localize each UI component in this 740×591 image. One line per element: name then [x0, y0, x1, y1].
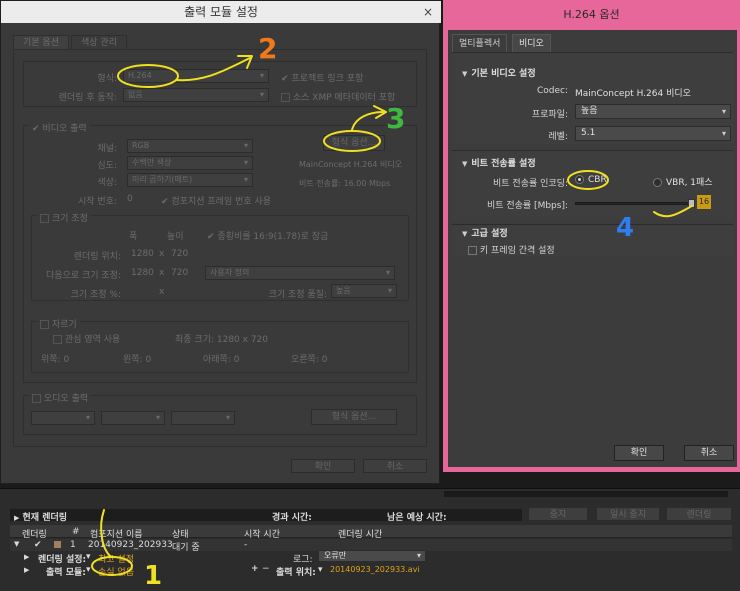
annotation-arrow-1	[100, 509, 111, 557]
annotation-number-4: 4	[616, 213, 634, 243]
annotation-arrow-4	[653, 205, 693, 218]
annotation-arrow-2	[175, 57, 251, 82]
annotation-number-3: 3	[386, 102, 405, 135]
annotation-circle-cbr	[567, 170, 609, 190]
annotation-number-1: 1	[144, 561, 162, 591]
annotation-overlay: 2 3 4 1	[91, 32, 693, 591]
annotation-circle-format-options	[323, 130, 381, 152]
annotation-arrow-3	[351, 111, 385, 131]
annotation-number-2: 2	[258, 32, 277, 65]
annotation-circle-output-module	[91, 556, 133, 576]
annotation-circle-format	[117, 64, 179, 88]
